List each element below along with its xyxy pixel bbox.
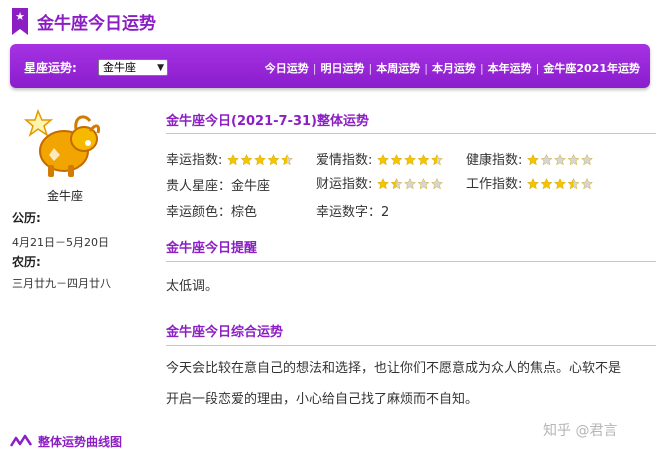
link-this-month[interactable]: 本月运势 [432,62,476,75]
rating-star-icon [417,154,429,166]
summary-line-2: 开启一段恋爱的理由，小心给自己找了麻烦而不自知。 [166,392,479,407]
rating-star-icon [526,154,539,166]
lucky-number-label: 幸运数字： [316,205,382,220]
link-tomorrow[interactable]: 明日运势 [321,62,365,75]
rating-star-icon [403,178,416,190]
summary-line-1: 今天会比较在意自己的想法和选择，也让你们不愿意成为众人的焦点。心软不是 [166,361,622,376]
overview-title: 金牛座今日(2021-7-31)整体运势 [166,114,369,129]
star-icon: ★ [15,10,25,23]
rating-star-icon [553,178,566,190]
lucky-number-row: 幸运数字：2 [316,201,389,220]
watermark: 知乎 @君言 [543,423,618,439]
rating-star-icon [376,178,389,190]
rating-star-icon [267,154,279,166]
sign-sidebar: 金牛座 公历: 4月21日－5月20日 农历: 三月廿九－四月廿八 [0,95,150,455]
love-index-label: 爱情指数: [316,153,373,168]
rating-star-icon [430,154,443,166]
rating-star-icon [403,154,416,166]
chevron-down-icon: ▼ [157,63,164,73]
rating-star-icon [390,178,402,190]
love-index-stars [376,154,447,166]
rating-star-icon [376,154,389,166]
lunar-label: 农历: [12,255,41,269]
work-index-label: 工作指数: [466,177,523,192]
wealth-index-stars [376,178,447,190]
divider: | [535,62,540,75]
rating-star-icon [390,154,402,166]
zodiac-navbar: 星座运势: 金牛座 ▼ 今日运势 | 明日运势 | 本周运势 | 本月运势 | 本年运势 | 金牛座… [10,44,650,88]
rating-star-icon [567,154,579,166]
period-links: 今日运势 | 明日运势 | 本周运势 | 本月运势 | 本年运势 | 金牛座2021年运势 [265,60,640,76]
reminder-title: 金牛座今日提醒 [166,241,258,256]
rating-star-icon [430,178,443,190]
health-index-row: 健康指数: [466,149,597,168]
rating-star-icon [417,178,429,190]
sign-name: 金牛座 [46,189,83,203]
luck-index-stars [226,154,297,166]
health-index-label: 健康指数: [466,153,523,168]
lucky-color-value: 棕色 [231,205,258,220]
rating-star-icon [226,154,239,166]
luck-index-label: 幸运指数: [166,153,223,168]
rating-star-icon [567,178,579,190]
divider: | [312,62,317,75]
rating-star-icon [526,178,539,190]
sign-select[interactable]: 金牛座 ▼ [98,59,168,76]
section-divider [166,261,656,262]
section-divider [166,133,656,134]
lunar-range: 三月廿九－四月廿八 [12,277,111,290]
sign-select-label: 星座运势: [24,61,77,75]
trend-chart-title: 整体运势曲线图 [38,435,123,449]
page-title: 金牛座今日运势 [37,14,156,34]
wealth-index-label: 财运指数: [316,177,373,192]
health-index-stars [526,154,597,166]
rating-star-icon [240,154,252,166]
lucky-color-label: 幸运颜色： [166,205,232,220]
line-chart-icon [10,434,32,447]
rating-star-icon [580,154,593,166]
rating-star-icon [540,154,552,166]
rating-star-icon [553,154,566,166]
divider: | [479,62,484,75]
divider: | [368,62,373,75]
lucky-color-row: 幸运颜色：棕色 [166,201,257,220]
gregorian-label: 公历: [12,211,41,225]
wealth-index-row: 财运指数: [316,173,447,192]
work-index-stars [526,178,597,190]
sign-select-value: 金牛座 [103,61,136,74]
bookmark-icon: ★ [12,8,28,35]
taurus-bull-icon [24,108,100,177]
divider: | [424,62,428,75]
rating-star-icon [253,154,266,166]
section-divider [166,345,656,346]
luck-index-row: 幸运指数: [166,149,297,168]
page-header: ★ 金牛座今日运势 [0,0,663,42]
gregorian-range: 4月21日－5月20日 [12,236,109,249]
summary-title: 金牛座今日综合运势 [166,325,284,340]
love-index-row: 爱情指数: [316,149,447,168]
link-2021-fortune[interactable]: 金牛座2021年运势 [543,62,640,75]
lucky-number-value: 2 [381,205,390,220]
noble-sign-row: 贵人星座：金牛座 [166,175,270,194]
rating-star-icon [580,178,593,190]
rating-star-icon [280,154,293,166]
work-index-row: 工作指数: [466,173,597,192]
noble-sign-label: 贵人星座： [166,179,232,194]
link-today[interactable]: 今日运势 [265,62,309,75]
noble-sign-value: 金牛座 [231,179,271,194]
link-this-year[interactable]: 本年运势 [488,62,532,75]
rating-star-icon [540,178,552,190]
reminder-text: 太低调。 [166,279,219,294]
link-this-week[interactable]: 本周运势 [376,62,420,75]
